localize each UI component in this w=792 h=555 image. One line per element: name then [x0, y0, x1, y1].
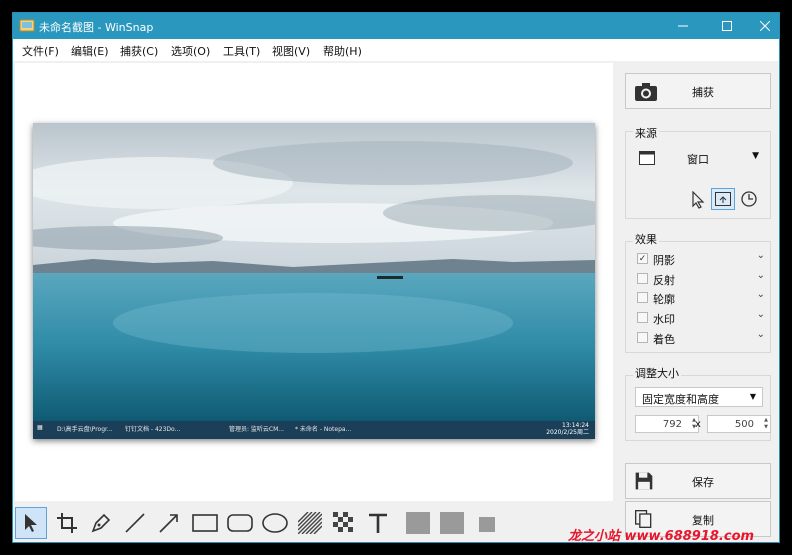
resize-mode-select[interactable]: 固定宽度和高度 ▼ [635, 387, 763, 407]
window-title: 未命名截图 - WinSnap [39, 21, 154, 34]
chevron-down-icon[interactable]: ⌄ [757, 329, 765, 340]
window-icon [639, 151, 655, 165]
text-tool[interactable] [362, 507, 394, 539]
drawing-toolbar [13, 503, 613, 542]
line-icon [125, 513, 145, 533]
times-sign: x [695, 419, 701, 430]
rectangle-tool[interactable] [189, 507, 221, 539]
height-input[interactable]: 500 ▲ ▼ [707, 415, 771, 433]
menu-help[interactable]: 帮助(H) [323, 43, 362, 59]
color-swatch-icon [440, 512, 464, 534]
fill-color-swatch[interactable] [402, 507, 434, 539]
effect-watermark[interactable]: 水印 ⌄ [633, 309, 767, 327]
rounded-rectangle-tool[interactable] [224, 507, 256, 539]
taskbar-clock: 13:14:24 2020/2/25周二 [546, 422, 589, 436]
pen-icon [91, 513, 111, 533]
effect-tint[interactable]: 着色 ⌄ [633, 329, 767, 347]
checkbox[interactable]: ✓ [637, 253, 648, 264]
effect-outline[interactable]: 轮廓 ⌄ [633, 289, 767, 307]
save-button[interactable]: 保存 [625, 463, 771, 499]
minimize-icon [678, 25, 688, 27]
menu-options[interactable]: 选项(O) [171, 43, 210, 59]
minimize-button[interactable] [661, 13, 705, 39]
taskbar-item: 钉钉文档 - 423Do... [125, 426, 181, 433]
window-capture-icon [715, 192, 731, 206]
effect-shadow[interactable]: ✓ 阴影 ⌄ [633, 250, 767, 268]
source-value: 窗口 [687, 153, 709, 166]
source-label: 来源 [633, 125, 659, 141]
checkbox[interactable] [637, 332, 648, 343]
menu-edit[interactable]: 编辑(E) [71, 43, 109, 59]
taskbar-item: D:\高手云盘\Progr... [57, 426, 113, 433]
maximize-icon [722, 21, 732, 31]
close-icon [760, 21, 770, 31]
width-input[interactable]: 792 ▲ ▼ [635, 415, 699, 433]
hatch-tool[interactable] [294, 507, 326, 539]
effects-label: 效果 [633, 231, 659, 247]
site-watermark: 龙之小站 www.688918.com [568, 529, 755, 544]
source-select[interactable]: 窗口 ▼ [633, 149, 767, 169]
menu-bar: 文件(F) 编辑(E) 捕获(C) 选项(O) 工具(T) 视图(V) 帮助(H… [13, 39, 779, 61]
rectangle-icon [192, 514, 218, 532]
arrow-tool[interactable] [153, 507, 185, 539]
stroke-color-swatch[interactable] [436, 507, 468, 539]
arrow-icon [159, 514, 178, 533]
menu-capture[interactable]: 捕获(C) [120, 43, 158, 59]
pixelate-tool[interactable] [328, 507, 360, 539]
capture-button[interactable]: 捕获 [625, 73, 771, 109]
pixelate-icon [333, 512, 353, 532]
chevron-down-icon[interactable]: ⌄ [757, 289, 765, 300]
start-icon: ▦ [37, 424, 43, 431]
checkbox[interactable] [637, 312, 648, 323]
line-tool[interactable] [119, 507, 151, 539]
text-icon [369, 513, 387, 533]
ellipse-tool[interactable] [259, 507, 291, 539]
resize-label: 调整大小 [633, 365, 681, 381]
color-swatch-icon [406, 512, 430, 534]
pen-tool[interactable] [85, 507, 117, 539]
taskbar: ▦ D:\高手云盘\Progr... 钉钉文档 - 423Do... 管理员: … [33, 421, 595, 439]
title-bar[interactable]: 未命名截图 - WinSnap [13, 13, 779, 39]
source-mode-buttons [689, 188, 769, 212]
crop-icon [57, 513, 77, 533]
landscape-image [33, 123, 595, 421]
crop-tool[interactable] [51, 507, 83, 539]
menu-tools[interactable]: 工具(T) [223, 43, 260, 59]
close-button[interactable] [743, 13, 779, 39]
effect-reflection[interactable]: 反射 ⌄ [633, 270, 767, 288]
ellipse-icon [262, 513, 288, 533]
color-swatch-icon [479, 517, 495, 532]
pointer-mode-icon[interactable] [691, 191, 705, 209]
hatch-icon [298, 512, 322, 534]
clock-icon[interactable] [741, 191, 759, 209]
chevron-down-icon[interactable]: ⌄ [757, 309, 765, 320]
taskbar-item: * 未命名 - Notepa... [295, 426, 352, 433]
winsnap-window: 未命名截图 - WinSnap 文件(F) 编辑(E) 捕获(C) 选项(O) … [12, 12, 780, 543]
size-swatch[interactable] [471, 507, 503, 539]
cursor-icon [25, 514, 37, 532]
captured-screenshot: ▦ D:\高手云盘\Progr... 钉钉文档 - 423Do... 管理员: … [33, 123, 595, 439]
canvas-area[interactable]: ▦ D:\高手云盘\Progr... 钉钉文档 - 423Do... 管理员: … [15, 63, 613, 501]
menu-view[interactable]: 视图(V) [272, 43, 310, 59]
checkbox[interactable] [637, 273, 648, 284]
taskbar-item: 管理员: 监听云CM... [229, 426, 285, 433]
window-mode-button[interactable] [711, 188, 735, 210]
app-icon [19, 19, 35, 32]
menu-file[interactable]: 文件(F) [22, 43, 59, 59]
select-tool[interactable] [15, 507, 47, 539]
rounded-rectangle-icon [227, 514, 253, 532]
chevron-down-icon[interactable]: ⌄ [757, 250, 765, 261]
chevron-down-icon: ▼ [752, 151, 759, 161]
checkbox[interactable] [637, 292, 648, 303]
chevron-down-icon: ▼ [749, 392, 756, 401]
spinner-icon[interactable]: ▲ ▼ [764, 417, 768, 431]
chevron-down-icon[interactable]: ⌄ [757, 270, 765, 281]
capture-label: 捕获 [692, 86, 714, 99]
